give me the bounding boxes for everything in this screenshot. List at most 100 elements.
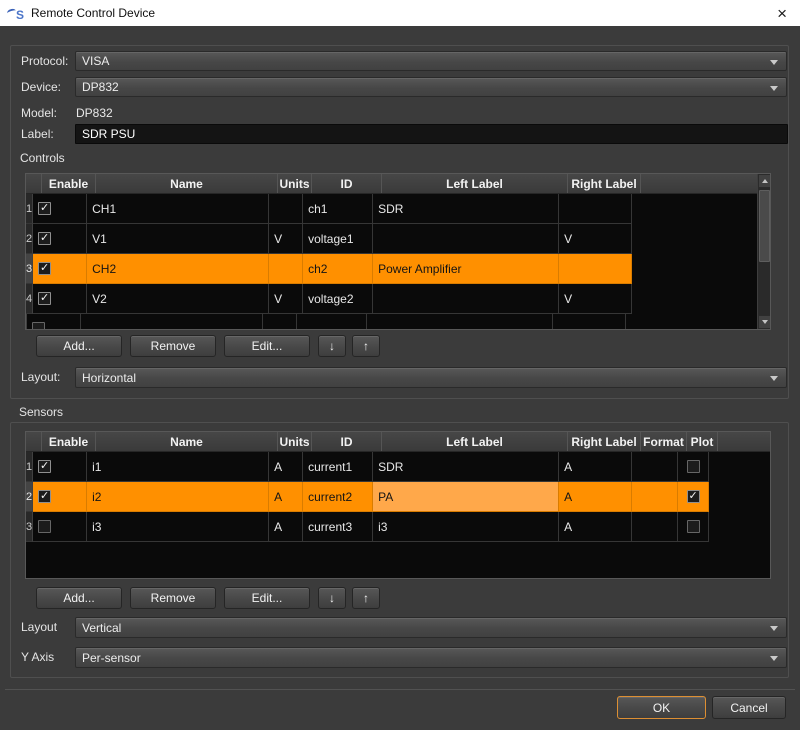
table-row-selected[interactable]: 3 ✓ CH2 ch2 Power Amplifier bbox=[26, 254, 770, 284]
row-number[interactable]: 3 bbox=[26, 512, 33, 542]
col-header-enable[interactable]: Enable bbox=[42, 174, 96, 193]
row-number[interactable]: 2 bbox=[26, 482, 33, 512]
sensors-layout-select[interactable]: Vertical bbox=[75, 617, 787, 638]
enable-checkbox[interactable]: ✓ bbox=[38, 460, 51, 473]
table-row[interactable]: 1 ✓ CH1 ch1 SDR bbox=[26, 194, 770, 224]
name-cell[interactable]: i2 bbox=[87, 482, 269, 512]
units-cell[interactable]: V bbox=[269, 284, 303, 314]
controls-remove-button[interactable]: Remove bbox=[130, 335, 216, 357]
col-header-left-label[interactable]: Left Label bbox=[382, 174, 568, 193]
name-cell[interactable]: V2 bbox=[87, 284, 269, 314]
label-input[interactable] bbox=[75, 124, 788, 144]
enable-checkbox[interactable]: ✓ bbox=[38, 232, 51, 245]
scroll-up-icon[interactable] bbox=[758, 174, 771, 188]
enable-checkbox[interactable]: ✓ bbox=[38, 292, 51, 305]
col-header-name[interactable]: Name bbox=[96, 432, 278, 451]
left-label-cell[interactable]: PA bbox=[373, 482, 559, 512]
right-label-cell[interactable]: V bbox=[559, 284, 632, 314]
left-label-cell[interactable] bbox=[373, 224, 559, 254]
left-label-cell[interactable]: Power Amplifier bbox=[373, 254, 559, 284]
left-label-cell[interactable] bbox=[367, 314, 553, 330]
enable-cell[interactable]: ✓ bbox=[33, 254, 87, 284]
scroll-down-icon[interactable] bbox=[758, 315, 771, 329]
left-label-cell[interactable]: SDR bbox=[373, 452, 559, 482]
right-label-cell[interactable] bbox=[553, 314, 626, 330]
controls-move-up-button[interactable]: ↑ bbox=[352, 335, 380, 357]
name-cell[interactable]: V1 bbox=[87, 224, 269, 254]
table-row-selected[interactable]: 2 ✓ i2 A current2 PA A ✓ bbox=[26, 482, 770, 512]
row-number[interactable]: 4 bbox=[26, 284, 33, 314]
row-number[interactable]: 2 bbox=[26, 224, 33, 254]
protocol-select[interactable]: VISA bbox=[75, 51, 787, 71]
format-cell[interactable] bbox=[632, 452, 678, 482]
name-cell[interactable]: CH1 bbox=[87, 194, 269, 224]
col-header-format[interactable]: Format bbox=[641, 432, 687, 451]
col-header-plot[interactable]: Plot bbox=[687, 432, 718, 451]
table-row[interactable]: 4 ✓ V2 V voltage2 V bbox=[26, 284, 770, 314]
id-cell[interactable]: ch2 bbox=[303, 254, 373, 284]
plot-cell[interactable]: ✓ bbox=[678, 482, 709, 512]
units-cell[interactable] bbox=[263, 314, 297, 330]
enable-cell[interactable] bbox=[33, 512, 87, 542]
plot-checkbox[interactable] bbox=[687, 460, 700, 473]
sensors-edit-button[interactable]: Edit... bbox=[224, 587, 310, 609]
right-label-cell[interactable] bbox=[559, 254, 632, 284]
device-select[interactable]: DP832 bbox=[75, 77, 787, 97]
controls-edit-button[interactable]: Edit... bbox=[224, 335, 310, 357]
format-cell[interactable] bbox=[632, 482, 678, 512]
units-cell[interactable] bbox=[269, 194, 303, 224]
name-cell[interactable]: i3 bbox=[87, 512, 269, 542]
enable-cell[interactable]: ✓ bbox=[33, 284, 87, 314]
close-icon[interactable]: × bbox=[777, 5, 787, 22]
right-label-cell[interactable]: A bbox=[559, 512, 632, 542]
table-row[interactable]: 3 i3 A current3 i3 A bbox=[26, 512, 770, 542]
id-cell[interactable]: voltage1 bbox=[303, 224, 373, 254]
name-cell[interactable] bbox=[81, 314, 263, 330]
units-cell[interactable]: V bbox=[269, 224, 303, 254]
enable-cell[interactable]: ✓ bbox=[33, 194, 87, 224]
units-cell[interactable]: A bbox=[269, 452, 303, 482]
cancel-button[interactable]: Cancel bbox=[712, 696, 786, 719]
id-cell[interactable]: ch1 bbox=[303, 194, 373, 224]
sensors-remove-button[interactable]: Remove bbox=[130, 587, 216, 609]
enable-cell[interactable]: ✓ bbox=[33, 224, 87, 254]
id-cell[interactable]: voltage2 bbox=[303, 284, 373, 314]
enable-checkbox[interactable]: ✓ bbox=[38, 490, 51, 503]
scrollbar-thumb[interactable] bbox=[759, 190, 770, 262]
row-number[interactable]: 1 bbox=[26, 194, 33, 224]
col-header-right-label[interactable]: Right Label bbox=[568, 432, 641, 451]
enable-cell[interactable] bbox=[27, 314, 81, 330]
left-label-cell[interactable]: i3 bbox=[373, 512, 559, 542]
col-header-units[interactable]: Units bbox=[278, 174, 312, 193]
plot-checkbox[interactable]: ✓ bbox=[687, 490, 700, 503]
col-header-id[interactable]: ID bbox=[312, 174, 382, 193]
right-label-cell[interactable]: V bbox=[559, 224, 632, 254]
controls-add-button[interactable]: Add... bbox=[36, 335, 122, 357]
format-cell[interactable] bbox=[632, 512, 678, 542]
right-label-cell[interactable] bbox=[559, 194, 632, 224]
enable-checkbox[interactable] bbox=[32, 322, 45, 330]
ok-button[interactable]: OK bbox=[617, 696, 706, 719]
left-label-cell[interactable]: SDR bbox=[373, 194, 559, 224]
id-cell[interactable]: current3 bbox=[303, 512, 373, 542]
left-label-cell[interactable] bbox=[373, 284, 559, 314]
table-row[interactable]: 2 ✓ V1 V voltage1 V bbox=[26, 224, 770, 254]
plot-cell[interactable] bbox=[678, 512, 709, 542]
enable-checkbox[interactable]: ✓ bbox=[38, 262, 51, 275]
col-header-right-label[interactable]: Right Label bbox=[568, 174, 641, 193]
table-row[interactable]: 1 ✓ i1 A current1 SDR A bbox=[26, 452, 770, 482]
col-header-id[interactable]: ID bbox=[312, 432, 382, 451]
right-label-cell[interactable]: A bbox=[559, 452, 632, 482]
row-number[interactable]: 3 bbox=[26, 254, 33, 284]
plot-checkbox[interactable] bbox=[687, 520, 700, 533]
vertical-scrollbar[interactable] bbox=[757, 174, 770, 329]
sensors-move-up-button[interactable]: ↑ bbox=[352, 587, 380, 609]
col-header-left-label[interactable]: Left Label bbox=[382, 432, 568, 451]
controls-layout-select[interactable]: Horizontal bbox=[75, 367, 787, 388]
units-cell[interactable]: A bbox=[269, 512, 303, 542]
sensors-move-down-button[interactable]: ↓ bbox=[318, 587, 346, 609]
id-cell[interactable]: current2 bbox=[303, 482, 373, 512]
plot-cell[interactable] bbox=[678, 452, 709, 482]
name-cell[interactable]: i1 bbox=[87, 452, 269, 482]
col-header-enable[interactable]: Enable bbox=[42, 432, 96, 451]
